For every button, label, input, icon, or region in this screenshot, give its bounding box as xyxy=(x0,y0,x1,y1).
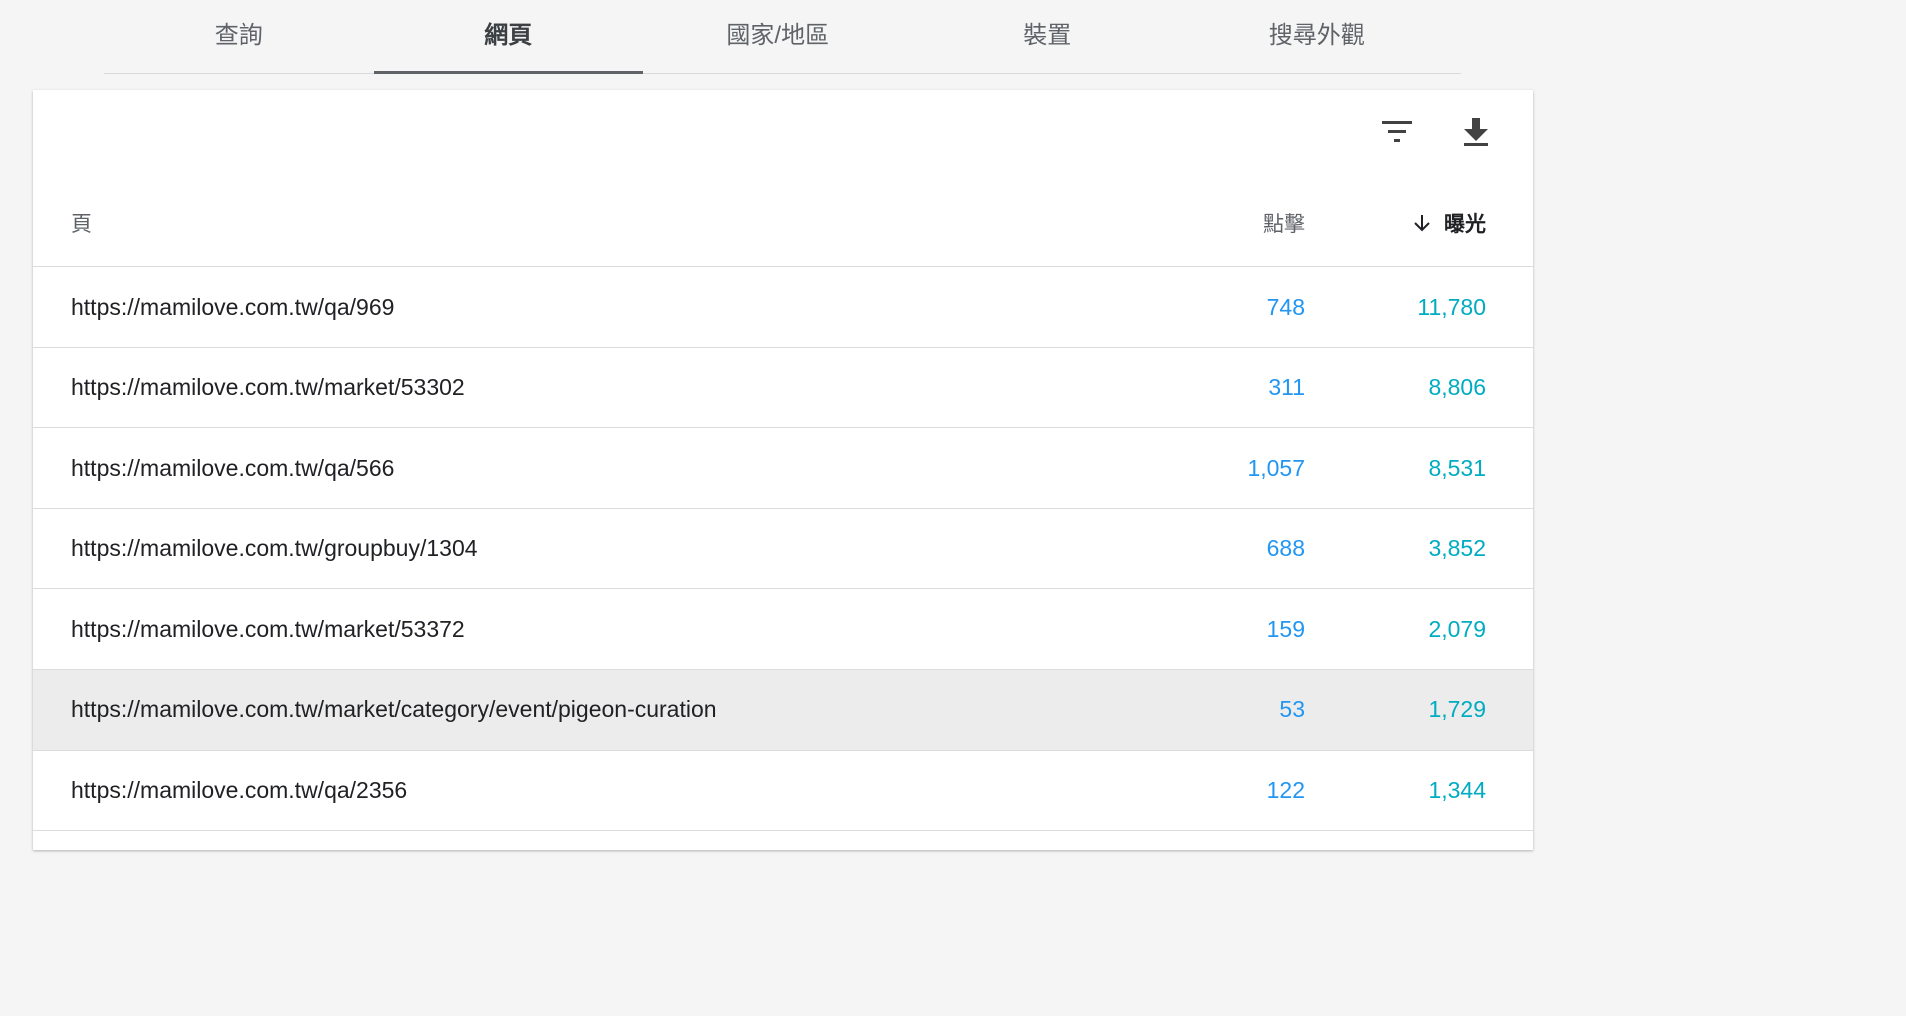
arrow-down-icon xyxy=(1414,215,1430,232)
column-header-impressions-label: 曝光 xyxy=(1444,213,1486,236)
tab-search-appearance[interactable]: 搜尋外觀 xyxy=(1182,0,1452,73)
table-row[interactable]: https://mamilove.com.tw/qa/566 1,057 8,5… xyxy=(33,428,1533,509)
clicks-value: 688 xyxy=(1266,535,1305,562)
table-body: https://mamilove.com.tw/qa/969 748 11,78… xyxy=(33,267,1533,832)
table-row[interactable]: https://mamilove.com.tw/qa/969 748 11,78… xyxy=(33,267,1533,348)
filter-button[interactable] xyxy=(1373,108,1421,156)
page-url: https://mamilove.com.tw/market/category/… xyxy=(71,696,717,723)
clicks-value: 1,057 xyxy=(1247,454,1305,481)
tab-pages[interactable]: 網頁 xyxy=(373,0,644,74)
tab-bar: 查詢 網頁 國家/地區 裝置 搜尋外觀 xyxy=(104,0,1461,74)
table-row[interactable]: https://mamilove.com.tw/market/category/… xyxy=(33,669,1533,751)
clicks-value: 53 xyxy=(1279,696,1305,723)
filter-icon xyxy=(1382,121,1412,142)
page-url: https://mamilove.com.tw/qa/969 xyxy=(71,293,395,320)
page-url: https://mamilove.com.tw/market/53372 xyxy=(71,615,465,642)
impressions-value: 3,852 xyxy=(1428,535,1486,562)
clicks-value: 159 xyxy=(1266,615,1305,642)
tab-queries[interactable]: 查詢 xyxy=(104,0,374,73)
table-row[interactable]: https://mamilove.com.tw/market/53372 159… xyxy=(33,589,1533,670)
table-row[interactable]: https://mamilove.com.tw/market/53302 311… xyxy=(33,348,1533,429)
page-url: https://mamilove.com.tw/groupbuy/1304 xyxy=(71,535,478,562)
tab-devices[interactable]: 裝置 xyxy=(913,0,1183,73)
tab-countries[interactable]: 國家/地區 xyxy=(643,0,913,73)
impressions-value: 1,344 xyxy=(1428,777,1486,804)
table-row[interactable]: https://mamilove.com.tw/groupbuy/1304 68… xyxy=(33,509,1533,590)
impressions-value: 8,531 xyxy=(1428,454,1486,481)
page-url: https://mamilove.com.tw/market/53302 xyxy=(71,374,465,401)
download-button[interactable] xyxy=(1452,108,1500,156)
table-row[interactable]: https://mamilove.com.tw/qa/2356 122 1,34… xyxy=(33,751,1533,832)
clicks-value: 311 xyxy=(1268,374,1305,401)
pages-table-card: 頁 點擊 曝光 https://mamilove.com.tw/qa/969 7… xyxy=(33,90,1533,850)
page-url: https://mamilove.com.tw/qa/2356 xyxy=(71,777,408,804)
impressions-value: 11,780 xyxy=(1417,293,1486,320)
clicks-value: 122 xyxy=(1266,777,1305,804)
column-header-page[interactable]: 頁 xyxy=(71,180,92,266)
page-url: https://mamilove.com.tw/qa/566 xyxy=(71,454,395,481)
clicks-value: 748 xyxy=(1266,293,1305,320)
table-header: 頁 點擊 曝光 xyxy=(33,180,1533,267)
column-header-impressions[interactable]: 曝光 xyxy=(1412,180,1486,266)
impressions-value: 8,806 xyxy=(1428,374,1486,401)
column-header-clicks[interactable]: 點擊 xyxy=(1263,180,1305,266)
impressions-value: 1,729 xyxy=(1428,696,1486,723)
download-icon xyxy=(1464,118,1488,146)
impressions-value: 2,079 xyxy=(1428,615,1486,642)
